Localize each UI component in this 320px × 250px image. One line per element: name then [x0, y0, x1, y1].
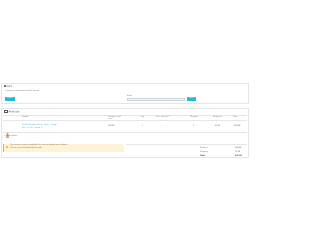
- col-price-incl: Price (tax incl.): [156, 116, 170, 118]
- row-qty: 1: [142, 125, 144, 127]
- search-left-button[interactable]: Search: [5, 97, 15, 101]
- total-label-shipping: Shipping: [200, 151, 208, 153]
- total-label-grand: Total: [200, 155, 205, 157]
- cart-panel-heading: Products: [4, 110, 19, 114]
- total-label-products: Products: [200, 147, 208, 149]
- col-reduction: Reduction: [213, 116, 222, 118]
- col-product: Product: [22, 116, 29, 118]
- add-voucher-link[interactable]: + Add voucher: [4, 135, 17, 137]
- warning-icon: [6, 145, 8, 148]
- warning-text-2: This cart is not associated with an orde…: [10, 147, 42, 149]
- email-field[interactable]: [127, 97, 185, 101]
- customer-panel-heading: Cart: [4, 85, 12, 88]
- total-value-grand: $35.98: [235, 155, 242, 157]
- col-total: Total: [233, 116, 238, 118]
- row-total: $28.98: [234, 125, 241, 127]
- customer-panel: Cart Customer information will be shown …: [1, 83, 249, 104]
- product-thumbnail: [6, 123, 9, 138]
- warning-alert: The customer cannot be modified if the c…: [3, 144, 124, 152]
- total-value-products: $28.98: [235, 147, 242, 149]
- row-unit-price: $28.98: [108, 125, 115, 127]
- row-reduction: $0.00: [215, 125, 221, 127]
- warning-text-1: The customer cannot be modified if the c…: [10, 145, 68, 147]
- total-value-shipping: $7.00: [235, 151, 241, 153]
- col-discount: Discount: [190, 116, 198, 118]
- col-qty: Qty: [141, 116, 145, 118]
- col-unit-price: Unit price (tax excl.): [108, 115, 121, 120]
- row-discount: 0: [193, 125, 195, 127]
- row-price-incl: -: [160, 125, 161, 127]
- cart-icon: [4, 110, 8, 114]
- customer-panel-subtitle: Customer information will be shown: [5, 90, 40, 92]
- search-right-button[interactable]: Search: [187, 97, 196, 101]
- product-attributes: Size : S - Ref : demo_5: [22, 126, 43, 129]
